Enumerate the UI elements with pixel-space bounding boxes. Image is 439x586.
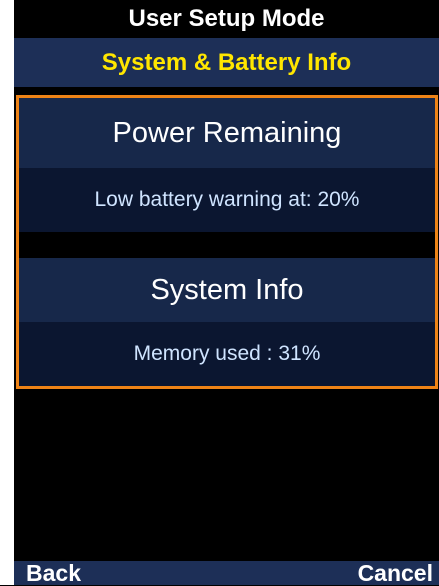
power-remaining-heading: Power Remaining <box>19 98 435 168</box>
softkey-bar: Back Cancel <box>14 561 439 585</box>
back-softkey[interactable]: Back <box>26 561 81 585</box>
system-info-heading: System Info <box>19 258 435 322</box>
left-edge-bar <box>0 0 14 585</box>
memory-used-row: Memory used : 31% <box>19 322 435 386</box>
low-battery-warning-row: Low battery warning at: 20% <box>19 168 435 232</box>
mode-header: User Setup Mode <box>14 0 439 38</box>
page-title: System & Battery Info <box>14 38 439 87</box>
cancel-softkey[interactable]: Cancel <box>358 561 433 585</box>
info-panel-selected[interactable]: Power Remaining Low battery warning at: … <box>16 95 438 389</box>
